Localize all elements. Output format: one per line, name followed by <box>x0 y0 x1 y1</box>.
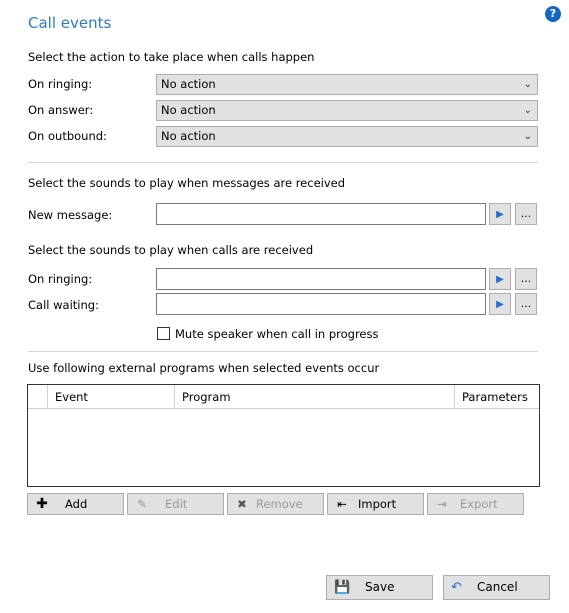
export-button-label: Export <box>460 497 498 511</box>
new-message-browse-button[interactable]: ... <box>515 203 537 225</box>
on-ringing-action-label: On ringing: <box>28 77 93 91</box>
remove-button-label: Remove <box>256 497 303 511</box>
on-ringing-action-value: No action <box>161 77 216 91</box>
on-ringing-play-button[interactable]: ▶ <box>489 268 511 290</box>
on-ringing-browse-button[interactable]: ... <box>515 268 537 290</box>
chevron-down-icon: ⌄ <box>523 131 532 142</box>
plus-icon: ✚ <box>36 496 48 512</box>
import-button[interactable]: ⇤ Import <box>327 493 424 515</box>
on-outbound-action-label: On outbound: <box>28 129 107 143</box>
undo-arrow-icon: ↶ <box>451 580 462 595</box>
play-icon: ▶ <box>496 299 504 310</box>
divider <box>28 351 538 352</box>
help-icon[interactable]: ? <box>545 6 561 22</box>
save-button[interactable]: 💾 Save <box>326 575 433 600</box>
column-header-program[interactable]: Program <box>175 385 455 409</box>
play-icon: ▶ <box>496 209 504 220</box>
on-outbound-action-select[interactable]: No action ⌄ <box>156 126 538 147</box>
message-sounds-heading: Select the sounds to play when messages … <box>28 176 346 190</box>
chevron-down-icon: ⌄ <box>523 105 532 116</box>
page-title: Call events <box>28 14 112 32</box>
edit-button-label: Edit <box>165 497 188 511</box>
on-answer-action-select[interactable]: No action ⌄ <box>156 100 538 121</box>
on-ringing-action-select[interactable]: No action ⌄ <box>156 74 538 95</box>
on-answer-action-value: No action <box>161 103 216 117</box>
add-button[interactable]: ✚ Add <box>27 493 124 515</box>
chevron-down-icon: ⌄ <box>523 79 532 90</box>
play-icon: ▶ <box>496 274 504 285</box>
divider <box>28 162 538 163</box>
export-icon: ⇥ <box>437 497 447 511</box>
row-header-cell <box>28 385 48 409</box>
cancel-button-label: Cancel <box>477 580 518 594</box>
import-button-label: Import <box>358 497 397 511</box>
new-message-sound-input[interactable] <box>156 203 486 225</box>
call-waiting-sound-label: Call waiting: <box>28 298 99 312</box>
on-outbound-action-value: No action <box>161 129 216 143</box>
on-answer-action-label: On answer: <box>28 103 94 117</box>
save-button-label: Save <box>365 580 395 594</box>
column-header-parameters[interactable]: Parameters <box>455 385 539 409</box>
call-sounds-heading: Select the sounds to play when calls are… <box>28 243 314 257</box>
remove-button[interactable]: ✖ Remove <box>227 493 324 515</box>
pencil-icon: ✎ <box>137 497 147 511</box>
actions-heading: Select the action to take place when cal… <box>28 50 315 64</box>
mute-speaker-label: Mute speaker when call in progress <box>175 327 379 341</box>
call-waiting-play-button[interactable]: ▶ <box>489 293 511 315</box>
on-ringing-sound-label: On ringing: <box>28 272 93 286</box>
new-message-play-button[interactable]: ▶ <box>489 203 511 225</box>
programs-table[interactable]: Event Program Parameters <box>27 384 540 487</box>
mute-speaker-checkbox[interactable] <box>157 327 170 340</box>
column-header-event[interactable]: Event <box>48 385 175 409</box>
call-waiting-sound-input[interactable] <box>156 293 486 315</box>
add-button-label: Add <box>65 497 88 511</box>
on-ringing-sound-input[interactable] <box>156 268 486 290</box>
import-icon: ⇤ <box>337 497 347 511</box>
save-icon: 💾 <box>334 580 351 595</box>
x-icon: ✖ <box>237 497 247 511</box>
programs-heading: Use following external programs when sel… <box>28 361 380 375</box>
export-button[interactable]: ⇥ Export <box>427 493 524 515</box>
call-waiting-browse-button[interactable]: ... <box>515 293 537 315</box>
edit-button[interactable]: ✎ Edit <box>127 493 224 515</box>
cancel-button[interactable]: ↶ Cancel <box>443 575 550 600</box>
new-message-label: New message: <box>28 208 113 222</box>
